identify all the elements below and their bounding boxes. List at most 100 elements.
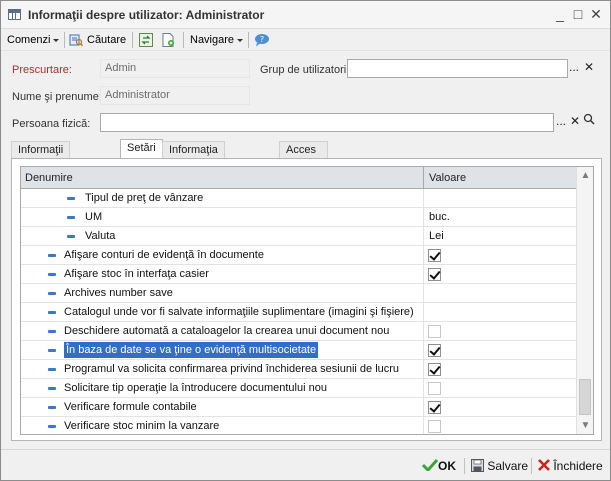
user-info-window: Informaţii despre utilizator: Administra… bbox=[0, 0, 611, 481]
column-divider bbox=[423, 227, 424, 246]
row-bullet-icon bbox=[67, 216, 75, 219]
setting-checkbox[interactable] bbox=[428, 401, 441, 414]
grid-row[interactable]: Verificare stoc minim la vanzare bbox=[21, 417, 576, 434]
ok-button[interactable]: OK bbox=[421, 458, 456, 473]
person-field[interactable] bbox=[100, 113, 554, 132]
setting-name: Afişare stoc în interfaţa casier bbox=[64, 268, 209, 280]
grid-row[interactable]: Solicitare tip operaţie la întroducere d… bbox=[21, 379, 576, 398]
user-group-clear-button[interactable]: ✕ bbox=[582, 59, 596, 78]
column-divider bbox=[423, 208, 424, 227]
grid-row[interactable]: Deschidere automată a cataloagelor la cr… bbox=[21, 322, 576, 341]
tab-general-info[interactable]: Informaţii generale bbox=[11, 141, 71, 173]
help-icon[interactable]: ? bbox=[254, 33, 269, 47]
toolbar-divider bbox=[64, 32, 65, 48]
setting-name: Programul va solicita confirmarea privin… bbox=[64, 363, 400, 375]
row-bullet-icon bbox=[48, 349, 56, 352]
setting-checkbox[interactable] bbox=[428, 420, 441, 433]
save-button[interactable]: Salvare bbox=[471, 459, 528, 473]
tab-settings[interactable]: Setări bbox=[120, 139, 163, 159]
row-bullet-icon bbox=[48, 406, 56, 409]
magnifier-icon bbox=[583, 113, 595, 125]
column-divider bbox=[423, 265, 424, 284]
setting-name: Verificare stoc minim la vanzare bbox=[64, 420, 220, 432]
search-button[interactable]: Căutare bbox=[87, 32, 126, 48]
navigate-menu[interactable]: Navigare bbox=[190, 32, 244, 48]
person-select-button[interactable]: ... bbox=[554, 113, 568, 132]
setting-checkbox[interactable] bbox=[428, 249, 441, 262]
row-bullet-icon bbox=[48, 311, 56, 314]
grid-row[interactable]: Verificare formule contabile bbox=[21, 398, 576, 417]
setting-name: Archives number save bbox=[64, 287, 173, 299]
setting-name: Afişare conturi de evidenţă în documente bbox=[64, 249, 264, 261]
toolbar-divider bbox=[132, 32, 133, 48]
column-header-value[interactable]: Valoare bbox=[429, 172, 466, 184]
user-group-select-button[interactable]: ... bbox=[567, 59, 581, 78]
grid-row[interactable]: Catalogul unde vor fi salvate informaţii… bbox=[21, 303, 576, 322]
grid-row[interactable]: Afişare stoc în interfaţa casier bbox=[21, 265, 576, 284]
scroll-down-icon[interactable]: ▼ bbox=[577, 417, 593, 434]
setting-checkbox[interactable] bbox=[428, 363, 441, 376]
grid-header: Denumire Valoare bbox=[21, 167, 576, 189]
grid-rows: Tipul de preţ de vânzare UM buc. Valuta Lei A… bbox=[21, 189, 576, 434]
short-name-field[interactable]: Admin bbox=[100, 59, 250, 78]
tab-contact-info[interactable]: Informaţia de contact bbox=[162, 141, 225, 190]
svg-text:?: ? bbox=[260, 35, 264, 44]
minimize-button[interactable]: _ bbox=[552, 6, 568, 22]
full-name-field[interactable]: Administrator bbox=[100, 86, 250, 105]
ok-label: OK bbox=[438, 459, 456, 473]
user-group-label: Grup de utilizatori: bbox=[260, 64, 350, 76]
person-open-button[interactable] bbox=[582, 113, 596, 132]
grid-row[interactable]: În baza de date se va ţine o evidenţă mu… bbox=[21, 341, 576, 360]
refresh-icon[interactable] bbox=[139, 33, 153, 47]
tab-object-access[interactable]: Acces la obiecte bbox=[279, 141, 329, 190]
row-bullet-icon bbox=[48, 330, 56, 333]
row-bullet-icon bbox=[48, 292, 56, 295]
close-button[interactable]: ✕ bbox=[588, 6, 604, 22]
floppy-icon bbox=[471, 459, 484, 472]
column-divider bbox=[423, 167, 424, 189]
grid-row[interactable]: Archives number save bbox=[21, 284, 576, 303]
grid-row[interactable]: UM buc. bbox=[21, 208, 576, 227]
add-document-icon[interactable] bbox=[161, 33, 175, 47]
close-icon bbox=[538, 459, 550, 471]
setting-name: Deschidere automată a cataloagelor la cr… bbox=[64, 325, 390, 337]
column-divider bbox=[423, 379, 424, 398]
vertical-scrollbar[interactable]: ▲ ▼ bbox=[576, 167, 593, 434]
toolbar-divider bbox=[183, 32, 184, 48]
setting-name: Verificare formule contabile bbox=[64, 401, 197, 413]
column-header-name[interactable]: Denumire bbox=[25, 172, 73, 184]
setting-checkbox[interactable] bbox=[428, 344, 441, 357]
setting-checkbox[interactable] bbox=[428, 268, 441, 281]
commands-menu[interactable]: Comenzi bbox=[7, 32, 60, 48]
row-bullet-icon bbox=[48, 425, 56, 428]
settings-grid: Denumire Valoare Tipul de preţ de vânzar… bbox=[20, 166, 594, 435]
short-name-label: Prescurtare: bbox=[12, 64, 72, 76]
grid-row[interactable]: Afişare conturi de evidenţă în documente bbox=[21, 246, 576, 265]
setting-checkbox[interactable] bbox=[428, 382, 441, 395]
close-label: Închidere bbox=[553, 459, 603, 473]
column-divider bbox=[423, 417, 424, 434]
scroll-up-icon[interactable]: ▲ bbox=[577, 167, 593, 184]
full-name-label: Nume şi prenume: bbox=[12, 91, 102, 103]
scroll-thumb[interactable] bbox=[579, 379, 591, 415]
setting-name: Valuta bbox=[85, 230, 116, 242]
setting-value[interactable]: buc. bbox=[429, 211, 450, 223]
grid-row[interactable]: Programul va solicita confirmarea privin… bbox=[21, 360, 576, 379]
table-icon bbox=[8, 9, 21, 20]
column-divider bbox=[423, 284, 424, 303]
grid-row[interactable]: Tipul de preţ de vânzare bbox=[21, 189, 576, 208]
maximize-button[interactable]: □ bbox=[570, 6, 586, 22]
search-icon[interactable] bbox=[69, 33, 84, 47]
user-group-field[interactable] bbox=[347, 59, 568, 78]
grid-row[interactable]: Valuta Lei bbox=[21, 227, 576, 246]
check-icon bbox=[421, 458, 439, 473]
row-bullet-icon bbox=[48, 368, 56, 371]
setting-value[interactable]: Lei bbox=[429, 230, 444, 242]
close-form-button[interactable]: Închidere bbox=[538, 459, 603, 473]
column-divider bbox=[423, 189, 424, 208]
setting-name: Catalogul unde vor fi salvate informaţii… bbox=[64, 306, 414, 318]
person-clear-button[interactable]: ✕ bbox=[568, 113, 582, 132]
row-bullet-icon bbox=[48, 387, 56, 390]
setting-checkbox[interactable] bbox=[428, 325, 441, 338]
save-label: Salvare bbox=[487, 459, 529, 473]
